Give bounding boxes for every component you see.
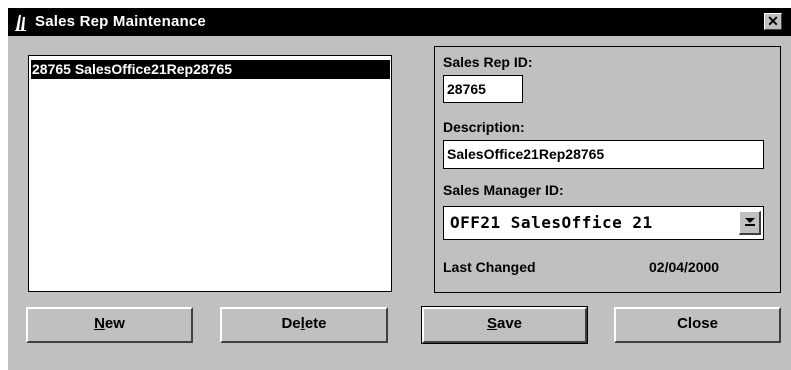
save-button[interactable]: Save <box>422 307 587 343</box>
sales-rep-details-group: Sales Rep ID: 28765 Description: SalesOf… <box>434 46 781 293</box>
save-button-text-end: ave <box>496 315 523 332</box>
title-bar[interactable]: Sales Rep Maintenance ✕ <box>8 8 791 36</box>
last-changed-value: 02/04/2000 <box>649 259 720 275</box>
combobox-dropdown-button[interactable] <box>739 211 761 235</box>
save-button-mnemonic: S <box>486 315 497 332</box>
new-button-text-end: ew <box>104 315 125 332</box>
sales-rep-id-label: Sales Rep ID: <box>443 54 533 70</box>
delete-button-text-end: ete <box>304 315 327 332</box>
close-button[interactable]: Close <box>614 307 781 343</box>
close-icon: ✕ <box>767 13 779 29</box>
sales-rep-id-field[interactable]: 28765 <box>443 75 523 103</box>
sales-manager-id-combobox[interactable]: OFF21 SalesOffice 21 <box>443 206 764 240</box>
delete-button[interactable]: Delete <box>220 307 388 343</box>
app-icon[interactable] <box>13 12 29 32</box>
sales-manager-id-label: Sales Manager ID: <box>443 182 564 198</box>
close-window-button[interactable]: ✕ <box>764 13 782 30</box>
delete-button-text-start: De <box>281 315 301 332</box>
new-button[interactable]: New <box>26 307 193 343</box>
sales-rep-list[interactable]: 28765 SalesOffice21Rep28765 <box>28 55 392 292</box>
sales-rep-maintenance-window: Sales Rep Maintenance ✕ 28765 SalesOffic… <box>8 8 791 370</box>
new-button-mnemonic: N <box>94 315 105 332</box>
window-title: Sales Rep Maintenance <box>35 13 206 30</box>
list-item-selected[interactable]: 28765 SalesOffice21Rep28765 <box>31 60 390 79</box>
description-field[interactable]: SalesOffice21Rep28765 <box>443 140 764 169</box>
description-label: Description: <box>443 119 525 135</box>
sales-manager-id-value: OFF21 SalesOffice 21 <box>450 213 653 232</box>
last-changed-label: Last Changed <box>443 259 536 275</box>
chevron-down-icon <box>745 218 755 226</box>
